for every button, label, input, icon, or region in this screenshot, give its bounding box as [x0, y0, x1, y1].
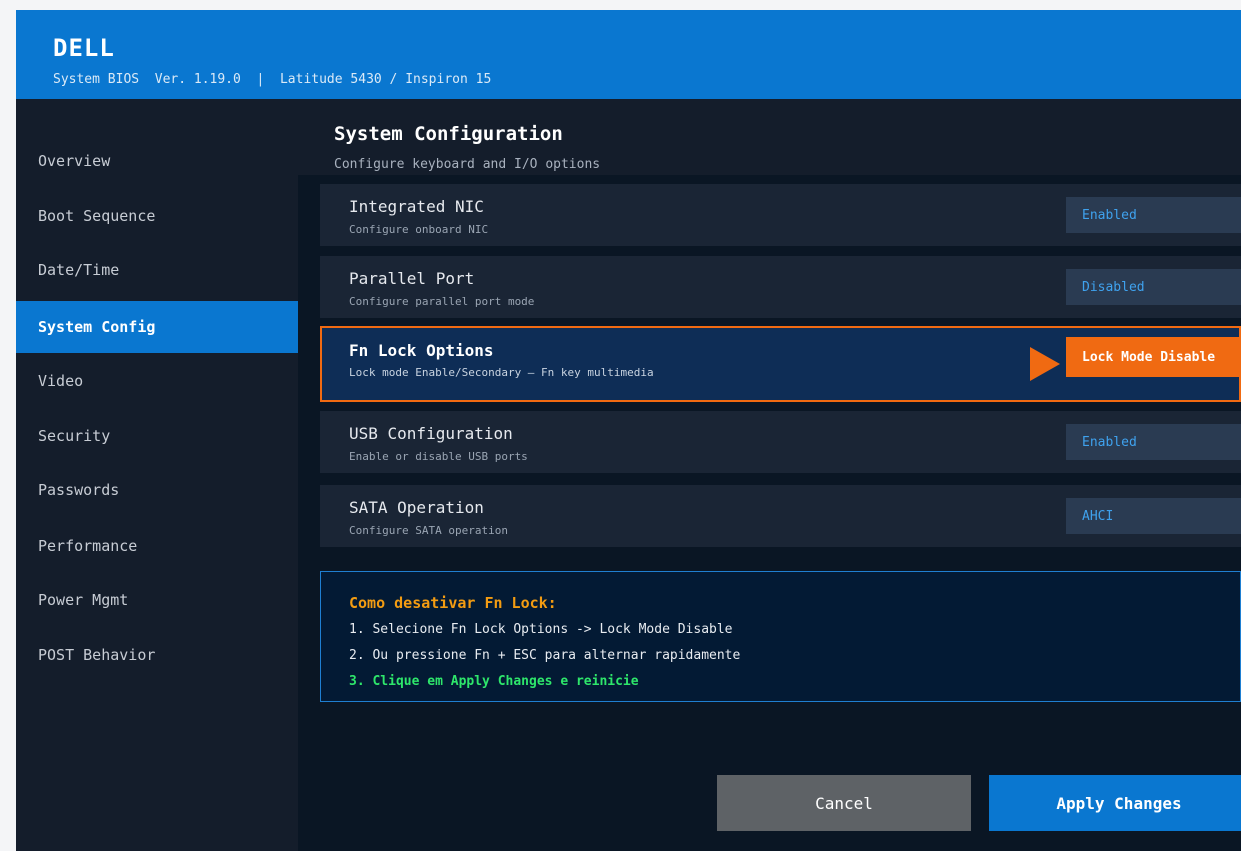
sidebar-item-power-mgmt[interactable]: Power Mgmt: [16, 574, 298, 626]
cancel-button[interactable]: Cancel: [717, 775, 971, 831]
sidebar-item-boot-sequence[interactable]: Boot Sequence: [16, 190, 298, 242]
sidebar-item-performance[interactable]: Performance: [16, 520, 298, 572]
setting-value-dropdown[interactable]: Enabled: [1066, 197, 1241, 233]
setting-value-dropdown[interactable]: Disabled: [1066, 269, 1241, 305]
setting-description: Configure parallel port mode: [349, 295, 535, 308]
main-panel: System Configuration Configure keyboard …: [298, 99, 1241, 851]
help-step-final: 3. Clique em Apply Changes e reinicie: [349, 674, 639, 689]
bios-screen: DELL System BIOS Ver. 1.19.0 | Latitude …: [16, 10, 1241, 851]
setting-fn-lock-options[interactable]: Fn Lock Options Lock mode Enable/Seconda…: [320, 326, 1241, 402]
setting-sata-operation[interactable]: SATA Operation Configure SATA operation …: [320, 485, 1241, 547]
setting-name: Integrated NIC: [349, 197, 484, 216]
page-title: System Configuration: [334, 123, 563, 145]
setting-description: Enable or disable USB ports: [349, 450, 528, 463]
setting-name: Parallel Port: [349, 269, 475, 288]
setting-value-dropdown[interactable]: Enabled: [1066, 424, 1241, 460]
apply-changes-button[interactable]: Apply Changes: [989, 775, 1241, 831]
setting-usb-configuration[interactable]: USB Configuration Enable or disable USB …: [320, 411, 1241, 473]
help-box: Como desativar Fn Lock: 1. Selecione Fn …: [320, 571, 1241, 702]
setting-description: Configure SATA operation: [349, 524, 508, 537]
sidebar-item-overview[interactable]: Overview: [16, 135, 298, 187]
setting-name: USB Configuration: [349, 424, 513, 443]
sidebar-item-security[interactable]: Security: [16, 410, 298, 462]
setting-value-dropdown[interactable]: Lock Mode Disable: [1066, 337, 1241, 377]
help-step: 1. Selecione Fn Lock Options -> Lock Mod…: [349, 622, 733, 637]
sidebar-item-date-time[interactable]: Date/Time: [16, 244, 298, 296]
setting-parallel-port[interactable]: Parallel Port Configure parallel port mo…: [320, 256, 1241, 318]
setting-name: SATA Operation: [349, 498, 484, 517]
sidebar-item-system-config[interactable]: System Config: [16, 301, 298, 353]
setting-description: Lock mode Enable/Secondary — Fn key mult…: [349, 366, 654, 379]
sidebar-item-video[interactable]: Video: [16, 355, 298, 407]
page-header: System Configuration Configure keyboard …: [298, 99, 1241, 175]
help-step: 2. Ou pressione Fn + ESC para alternar r…: [349, 648, 741, 663]
page-subtitle: Configure keyboard and I/O options: [334, 157, 601, 172]
sidebar: Overview Boot Sequence Date/Time System …: [16, 99, 298, 851]
setting-name: Fn Lock Options: [349, 341, 494, 360]
brand-logo: DELL: [53, 34, 115, 62]
selection-arrow-icon: [1030, 347, 1060, 381]
setting-description: Configure onboard NIC: [349, 223, 489, 236]
bios-version-info: System BIOS Ver. 1.19.0 | Latitude 5430 …: [53, 72, 492, 87]
help-title: Como desativar Fn Lock:: [349, 594, 557, 612]
bios-header: DELL System BIOS Ver. 1.19.0 | Latitude …: [16, 10, 1241, 99]
sidebar-item-post-behavior[interactable]: POST Behavior: [16, 629, 298, 681]
sidebar-item-passwords[interactable]: Passwords: [16, 464, 298, 516]
setting-value-dropdown[interactable]: AHCI: [1066, 498, 1241, 534]
setting-integrated-nic[interactable]: Integrated NIC Configure onboard NIC Ena…: [320, 184, 1241, 246]
